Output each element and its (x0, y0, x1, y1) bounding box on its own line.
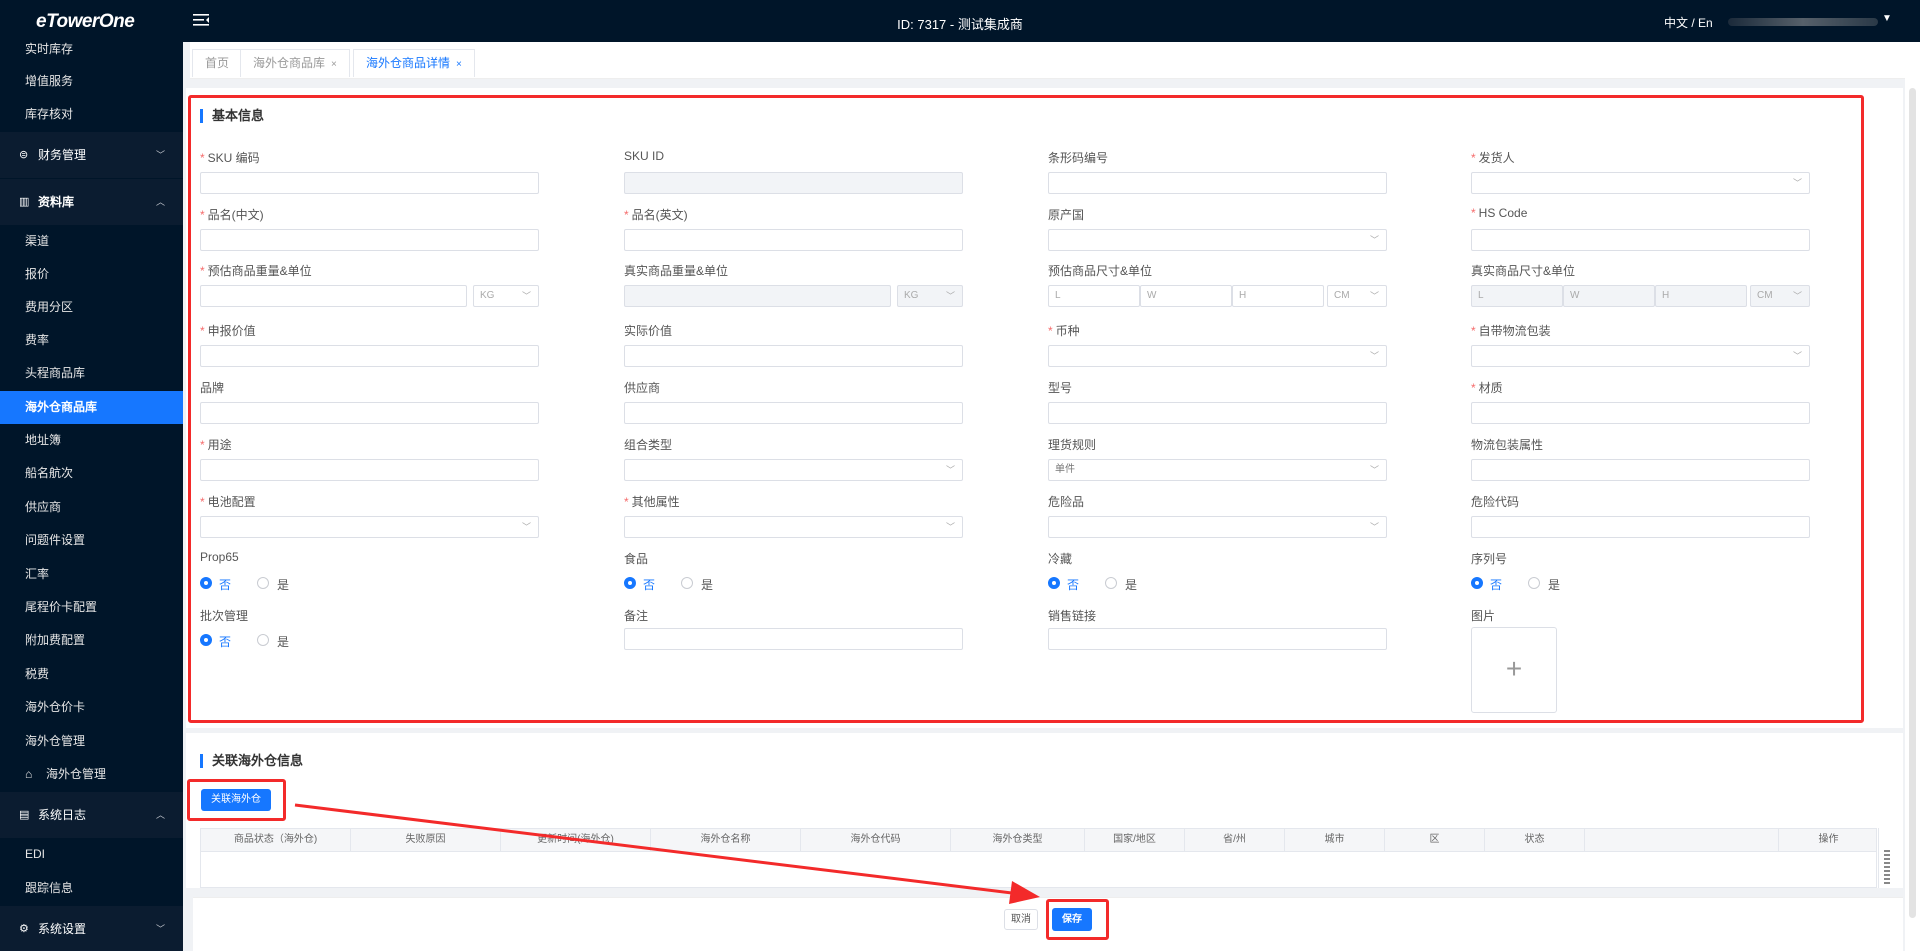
column-header: 海外仓名称 (651, 829, 801, 851)
sidebar-item-quote[interactable]: 报价 (0, 258, 183, 291)
cancel-button[interactable]: 取消 (1004, 909, 1038, 930)
workspace-title: ID: 7317 - 测试集成商 (897, 17, 1023, 32)
sidebar-item-stock-check[interactable]: 库存核对 (0, 98, 183, 131)
gear-icon: ⚙ (19, 923, 29, 935)
tab-label: 首页 (205, 56, 230, 70)
sidebar-item-exchange-rate[interactable]: 汇率 (0, 558, 183, 591)
annotation-box-link-button (187, 779, 286, 821)
sidebar-item-edi[interactable]: EDI (0, 838, 183, 871)
warehouse-icon: ⌂ (25, 767, 33, 781)
annotation-box-basic-info (188, 95, 1864, 723)
column-header: 失败原因 (351, 829, 501, 851)
chevron-down-icon: ﹀ (155, 924, 165, 934)
sidebar-item-vessel-voyage[interactable]: 船名航次 (0, 457, 183, 490)
tab-home[interactable]: 首页 (192, 49, 243, 77)
sidebar-item-rate[interactable]: 费率 (0, 324, 183, 357)
column-header: 海外仓代码 (801, 829, 951, 851)
tabs-bar: 首页 海外仓商品库 × 海外仓商品详情 × (190, 42, 1920, 79)
sidebar-group-finance[interactable]: ⊜ 财务管理 ﹀ (0, 132, 183, 178)
sidebar-subitem-overseas-management[interactable]: ⌂ 海外仓管理 (0, 758, 183, 791)
column-header: 操作 (1778, 829, 1878, 851)
sidebar-item-supplier[interactable]: 供应商 (0, 491, 183, 524)
sidebar-group-system-settings[interactable]: ⚙ 系统设置 ﹀ (0, 906, 183, 951)
sidebar-item-first-leg-products[interactable]: 头程商品库 (0, 357, 183, 390)
sidebar-item-last-mile-price[interactable]: 尾程价卡配置 (0, 591, 183, 624)
sidebar-group-label: 财务管理 (38, 148, 87, 162)
sidebar: 实时库存 增值服务 库存核对 ⊜ 财务管理 ﹀ ▥ 资料库 ︿ 渠道 报价 费用… (0, 42, 183, 951)
sidebar-item-surcharge[interactable]: 附加费配置 (0, 624, 183, 657)
sidebar-item-tracking[interactable]: 跟踪信息 (0, 872, 183, 905)
column-header: 商品状态（海外仓) (201, 829, 351, 851)
chevron-down-icon: ﹀ (155, 150, 165, 160)
column-header: 区 (1385, 829, 1485, 851)
annotation-box-save-button (1046, 899, 1109, 940)
close-icon[interactable]: × (456, 59, 462, 70)
sidebar-item-tax[interactable]: 税费 (0, 658, 183, 691)
sidebar-group-label: 系统日志 (38, 808, 87, 822)
section-title-related: 关联海外仓信息 (200, 754, 303, 768)
sidebar-item-overseas-products[interactable]: 海外仓商品库 (0, 391, 183, 424)
sidebar-group-label: 系统设置 (38, 922, 87, 936)
sidebar-item-overseas-price-card[interactable]: 海外仓价卡 (0, 691, 183, 724)
column-header: 海外仓类型 (951, 829, 1085, 851)
sidebar-group-data[interactable]: ▥ 资料库 ︿ (0, 179, 183, 225)
finance-icon: ⊜ (19, 149, 29, 161)
column-header: 省/州 (1185, 829, 1285, 851)
warehouse-table-body (200, 852, 1877, 888)
column-header: 国家/地区 (1085, 829, 1185, 851)
column-header: 城市 (1285, 829, 1385, 851)
close-icon[interactable]: × (331, 59, 337, 70)
sidebar-item-realtime-stock[interactable]: 实时库存 (0, 42, 183, 66)
tab-label: 海外仓商品库 (253, 56, 326, 70)
sidebar-item-problem-settings[interactable]: 问题件设置 (0, 524, 183, 557)
sidebar-item-address-book[interactable]: 地址簿 (0, 424, 183, 457)
tab-label: 海外仓商品详情 (366, 56, 451, 70)
table-settings-bars (1884, 850, 1890, 884)
sidebar-item-fee-zone[interactable]: 费用分区 (0, 291, 183, 324)
column-header: 更新时间(海外仓) (501, 829, 651, 851)
column-header: 状态 (1485, 829, 1585, 851)
sidebar-group-label: 资料库 (38, 195, 75, 209)
warehouse-table-header: 商品状态（海外仓) 失败原因 更新时间(海外仓) 海外仓名称 海外仓代码 海外仓… (200, 828, 1877, 852)
sidebar-item-label: 海外仓管理 (46, 767, 107, 781)
language-switch[interactable]: 中文 / En (1664, 14, 1713, 31)
top-bar: eTowerOne ID: 7317 - 测试集成商 中文 / En ▼ (0, 0, 1920, 42)
chevron-up-icon: ︿ (155, 810, 165, 820)
database-icon: ▥ (19, 196, 30, 208)
sidebar-item-overseas-management[interactable]: 海外仓管理 (0, 725, 183, 758)
chevron-up-icon: ︿ (155, 197, 165, 207)
sidebar-group-system-log[interactable]: ▤ 系统日志 ︿ (0, 792, 183, 838)
tab-overseas-products[interactable]: 海外仓商品库 × (240, 49, 350, 77)
table-column-settings-icon[interactable] (1878, 828, 1895, 888)
page-scrollbar[interactable] (1905, 42, 1920, 951)
scrollbar-thumb[interactable] (1909, 88, 1916, 918)
tab-overseas-product-detail[interactable]: 海外仓商品详情 × (353, 49, 475, 77)
log-icon: ▤ (19, 809, 30, 821)
user-dropdown-icon[interactable]: ▼ (1882, 13, 1892, 24)
sidebar-item-channel[interactable]: 渠道 (0, 225, 183, 258)
user-name-blurred[interactable] (1728, 18, 1878, 26)
sidebar-item-value-added[interactable]: 增值服务 (0, 65, 183, 98)
